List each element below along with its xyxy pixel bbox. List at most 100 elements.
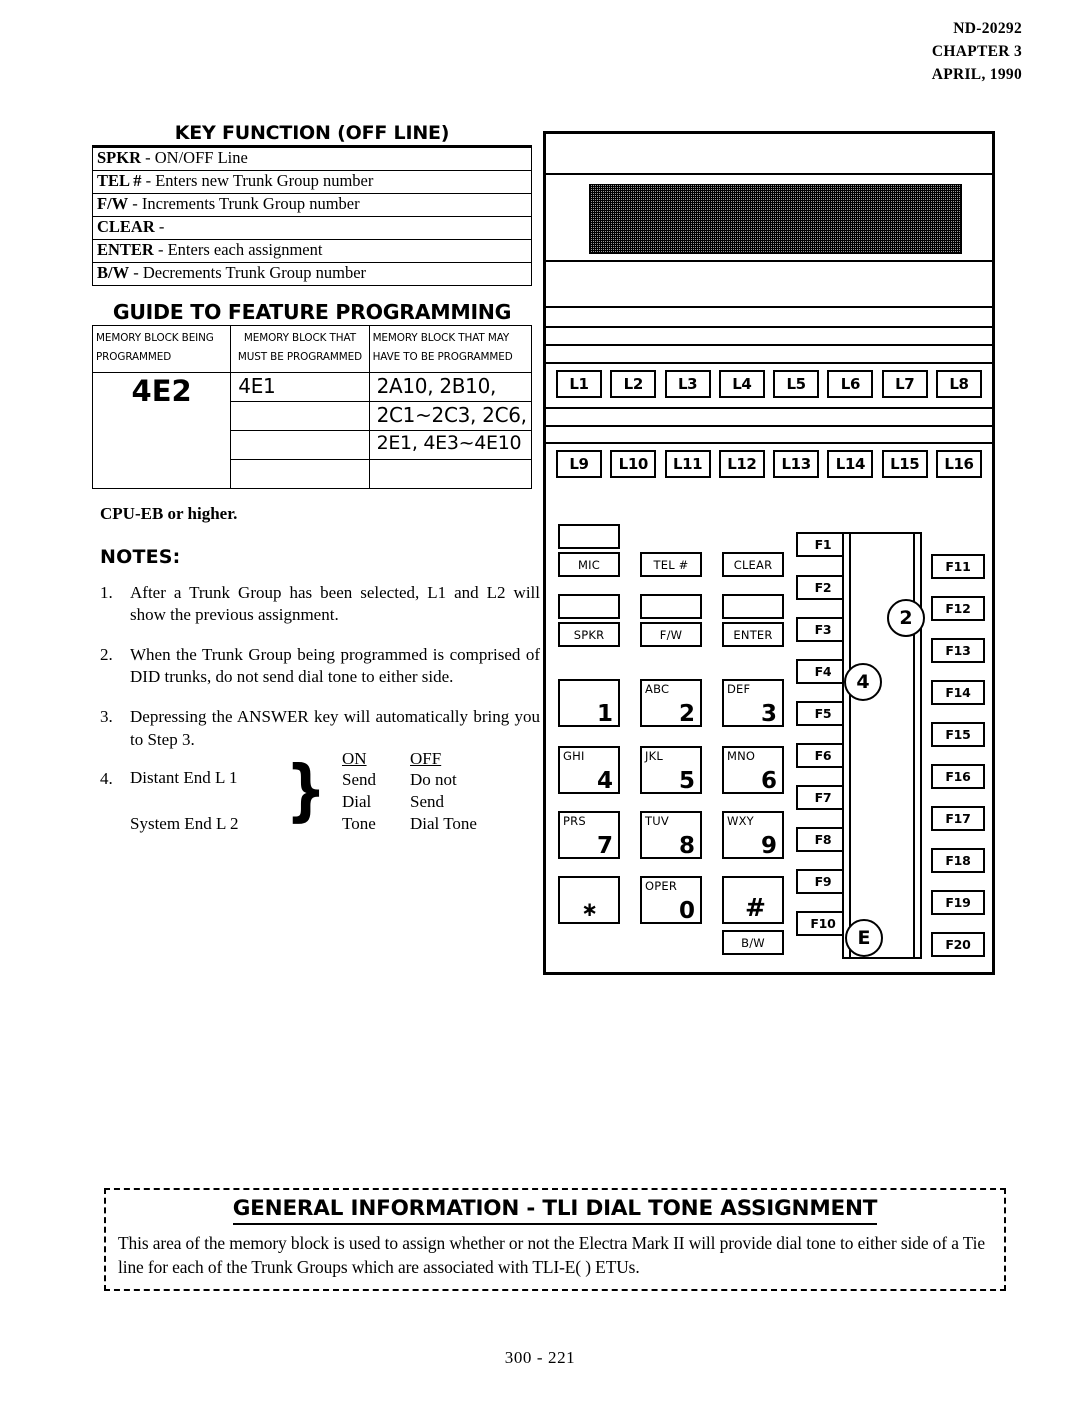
line-key-l2[interactable]: L2 bbox=[610, 370, 657, 398]
line-key-l14[interactable]: L14 bbox=[827, 450, 874, 478]
mic-key[interactable]: MIC bbox=[558, 552, 620, 577]
key-letters: PRS bbox=[563, 814, 586, 828]
table-row: CLEAR - bbox=[92, 216, 532, 240]
key-letters: JKL bbox=[645, 749, 663, 763]
must-be-programmed-cell bbox=[230, 429, 370, 460]
function-key-f11[interactable]: F11 bbox=[931, 554, 985, 579]
phone-divider bbox=[546, 442, 992, 444]
key-letters: OPER bbox=[645, 879, 678, 893]
key-letters: DEF bbox=[727, 682, 751, 696]
note-number: 3. bbox=[100, 706, 113, 726]
note-item-4: 4. Distant End L 1 System End L 2 } ON S… bbox=[100, 749, 540, 834]
dial-key-5[interactable]: JKL 5 bbox=[640, 746, 702, 794]
chapter-label: CHAPTER 3 bbox=[931, 42, 1022, 60]
line-key-l9[interactable]: L9 bbox=[556, 450, 602, 478]
line-key-l1[interactable]: L1 bbox=[556, 370, 602, 398]
line-key-row-1: L1 L2 L3 L4 L5 L6 L7 L8 bbox=[546, 370, 992, 398]
spkr-key[interactable]: SPKR bbox=[558, 622, 620, 647]
table-header-row: MEMORY BLOCK BEING PROGRAMMED MEMORY BLO… bbox=[91, 325, 533, 373]
key-digit: ∗ bbox=[581, 897, 598, 921]
key-letters: GHI bbox=[563, 749, 585, 763]
line-key-l12[interactable]: L12 bbox=[718, 450, 765, 478]
notes-list: 1. After a Trunk Group has been selected… bbox=[100, 582, 540, 835]
line-key-l6[interactable]: L6 bbox=[827, 370, 874, 398]
dial-key-4[interactable]: GHI 4 bbox=[558, 746, 620, 794]
guide-table: MEMORY BLOCK BEING PROGRAMMED MEMORY BLO… bbox=[91, 325, 533, 489]
memory-block-being-programmed: 4E2 bbox=[91, 371, 232, 489]
key-letters: WXY bbox=[727, 814, 754, 828]
key-letters: ABC bbox=[645, 682, 670, 696]
key-name: ENTER bbox=[97, 240, 154, 260]
lcd-display-area bbox=[589, 184, 962, 254]
key-desc: - bbox=[158, 217, 165, 237]
step-marker-4: 4 bbox=[844, 663, 882, 701]
key-name: SPKR bbox=[97, 148, 142, 168]
key-digit: 9 bbox=[760, 833, 777, 859]
guide-header-line: PROGRAMMED bbox=[96, 351, 172, 364]
function-key-f12[interactable]: F12 bbox=[931, 596, 985, 621]
line-key-l4[interactable]: L4 bbox=[718, 370, 765, 398]
cpu-requirement-note: CPU-EB or higher. bbox=[100, 503, 238, 523]
dial-key-8[interactable]: TUV 8 bbox=[640, 811, 702, 859]
function-key-f19[interactable]: F19 bbox=[931, 890, 985, 915]
document-header: ND-20292 CHAPTER 3 APRIL, 1990 bbox=[932, 18, 1022, 87]
key-name: CLEAR bbox=[97, 217, 155, 237]
key-name: F/W bbox=[97, 194, 129, 214]
general-information-title-wrap: GENERAL INFORMATION - TLI DIAL TONE ASSI… bbox=[118, 1196, 992, 1231]
line-key-l13[interactable]: L13 bbox=[773, 450, 820, 478]
tel-number-key[interactable]: TEL # bbox=[640, 552, 702, 577]
column-cell: Do not bbox=[410, 770, 457, 790]
curly-brace-icon: } bbox=[285, 751, 327, 830]
key-digit: 3 bbox=[760, 701, 777, 727]
guide-header-line: MUST BE PROGRAMMED bbox=[237, 351, 362, 364]
dial-key-9[interactable]: WXY 9 bbox=[722, 811, 784, 859]
key-digit: 7 bbox=[596, 833, 613, 859]
must-be-programmed-cell bbox=[230, 458, 370, 489]
function-key-f15[interactable]: F15 bbox=[931, 722, 985, 747]
blank-box-above-enter bbox=[722, 594, 784, 619]
dial-key-star[interactable]: ∗ bbox=[558, 876, 620, 924]
revision-date: APRIL, 1990 bbox=[931, 65, 1022, 83]
function-key-f16[interactable]: F16 bbox=[931, 764, 985, 789]
general-information-title: GENERAL INFORMATION - TLI DIAL TONE ASSI… bbox=[232, 1196, 877, 1225]
note-number: 2. bbox=[100, 644, 113, 664]
fw-key[interactable]: F/W bbox=[640, 622, 702, 647]
dial-key-6[interactable]: MNO 6 bbox=[722, 746, 784, 794]
table-row: TEL # - Enters new Trunk Group number bbox=[92, 170, 532, 194]
dial-key-2[interactable]: ABC 2 bbox=[640, 679, 702, 727]
line-key-l10[interactable]: L10 bbox=[610, 450, 657, 478]
line-key-l8[interactable]: L8 bbox=[935, 370, 982, 398]
line-key-l16[interactable]: L16 bbox=[935, 450, 982, 478]
key-digit: 4 bbox=[596, 768, 613, 794]
line-key-l5[interactable]: L5 bbox=[773, 370, 820, 398]
key-function-title: KEY FUNCTION (OFF LINE) bbox=[174, 122, 450, 144]
note-text: Depressing the ANSWER key will automatic… bbox=[130, 706, 540, 749]
enter-key[interactable]: ENTER bbox=[722, 622, 784, 647]
function-key-f17[interactable]: F17 bbox=[931, 806, 985, 831]
dial-key-0[interactable]: OPER 0 bbox=[640, 876, 702, 924]
line-key-l7[interactable]: L7 bbox=[881, 370, 928, 398]
note-item: 1. After a Trunk Group has been selected… bbox=[100, 582, 540, 627]
line-key-l15[interactable]: L15 bbox=[881, 450, 928, 478]
table-row: SPKR - ON/OFF Line bbox=[92, 147, 532, 171]
key-letters: TUV bbox=[645, 814, 669, 828]
guide-header-col1: MEMORY BLOCK BEING PROGRAMMED bbox=[91, 325, 232, 373]
key-desc: - Enters new Trunk Group number bbox=[145, 171, 374, 191]
dial-key-1[interactable]: 1 bbox=[558, 679, 620, 727]
line-key-l3[interactable]: L3 bbox=[664, 370, 711, 398]
function-key-f14[interactable]: F14 bbox=[931, 680, 985, 705]
function-key-f20[interactable]: F20 bbox=[931, 932, 985, 957]
function-key-f13[interactable]: F13 bbox=[931, 638, 985, 663]
phone-divider bbox=[546, 425, 992, 427]
line-key-l11[interactable]: L11 bbox=[664, 450, 711, 478]
function-key-f18[interactable]: F18 bbox=[931, 848, 985, 873]
clear-key[interactable]: CLEAR bbox=[722, 552, 784, 577]
key-name: B/W bbox=[97, 263, 130, 283]
dial-key-7[interactable]: PRS 7 bbox=[558, 811, 620, 859]
dial-key-hash[interactable]: # bbox=[722, 876, 784, 924]
bw-key[interactable]: B/W bbox=[722, 930, 784, 955]
dial-key-3[interactable]: DEF 3 bbox=[722, 679, 784, 727]
note-item: 3. Depressing the ANSWER key will automa… bbox=[100, 706, 540, 751]
note-number: 4. bbox=[100, 769, 113, 789]
table-row: B/W - Decrements Trunk Group number bbox=[92, 262, 532, 286]
